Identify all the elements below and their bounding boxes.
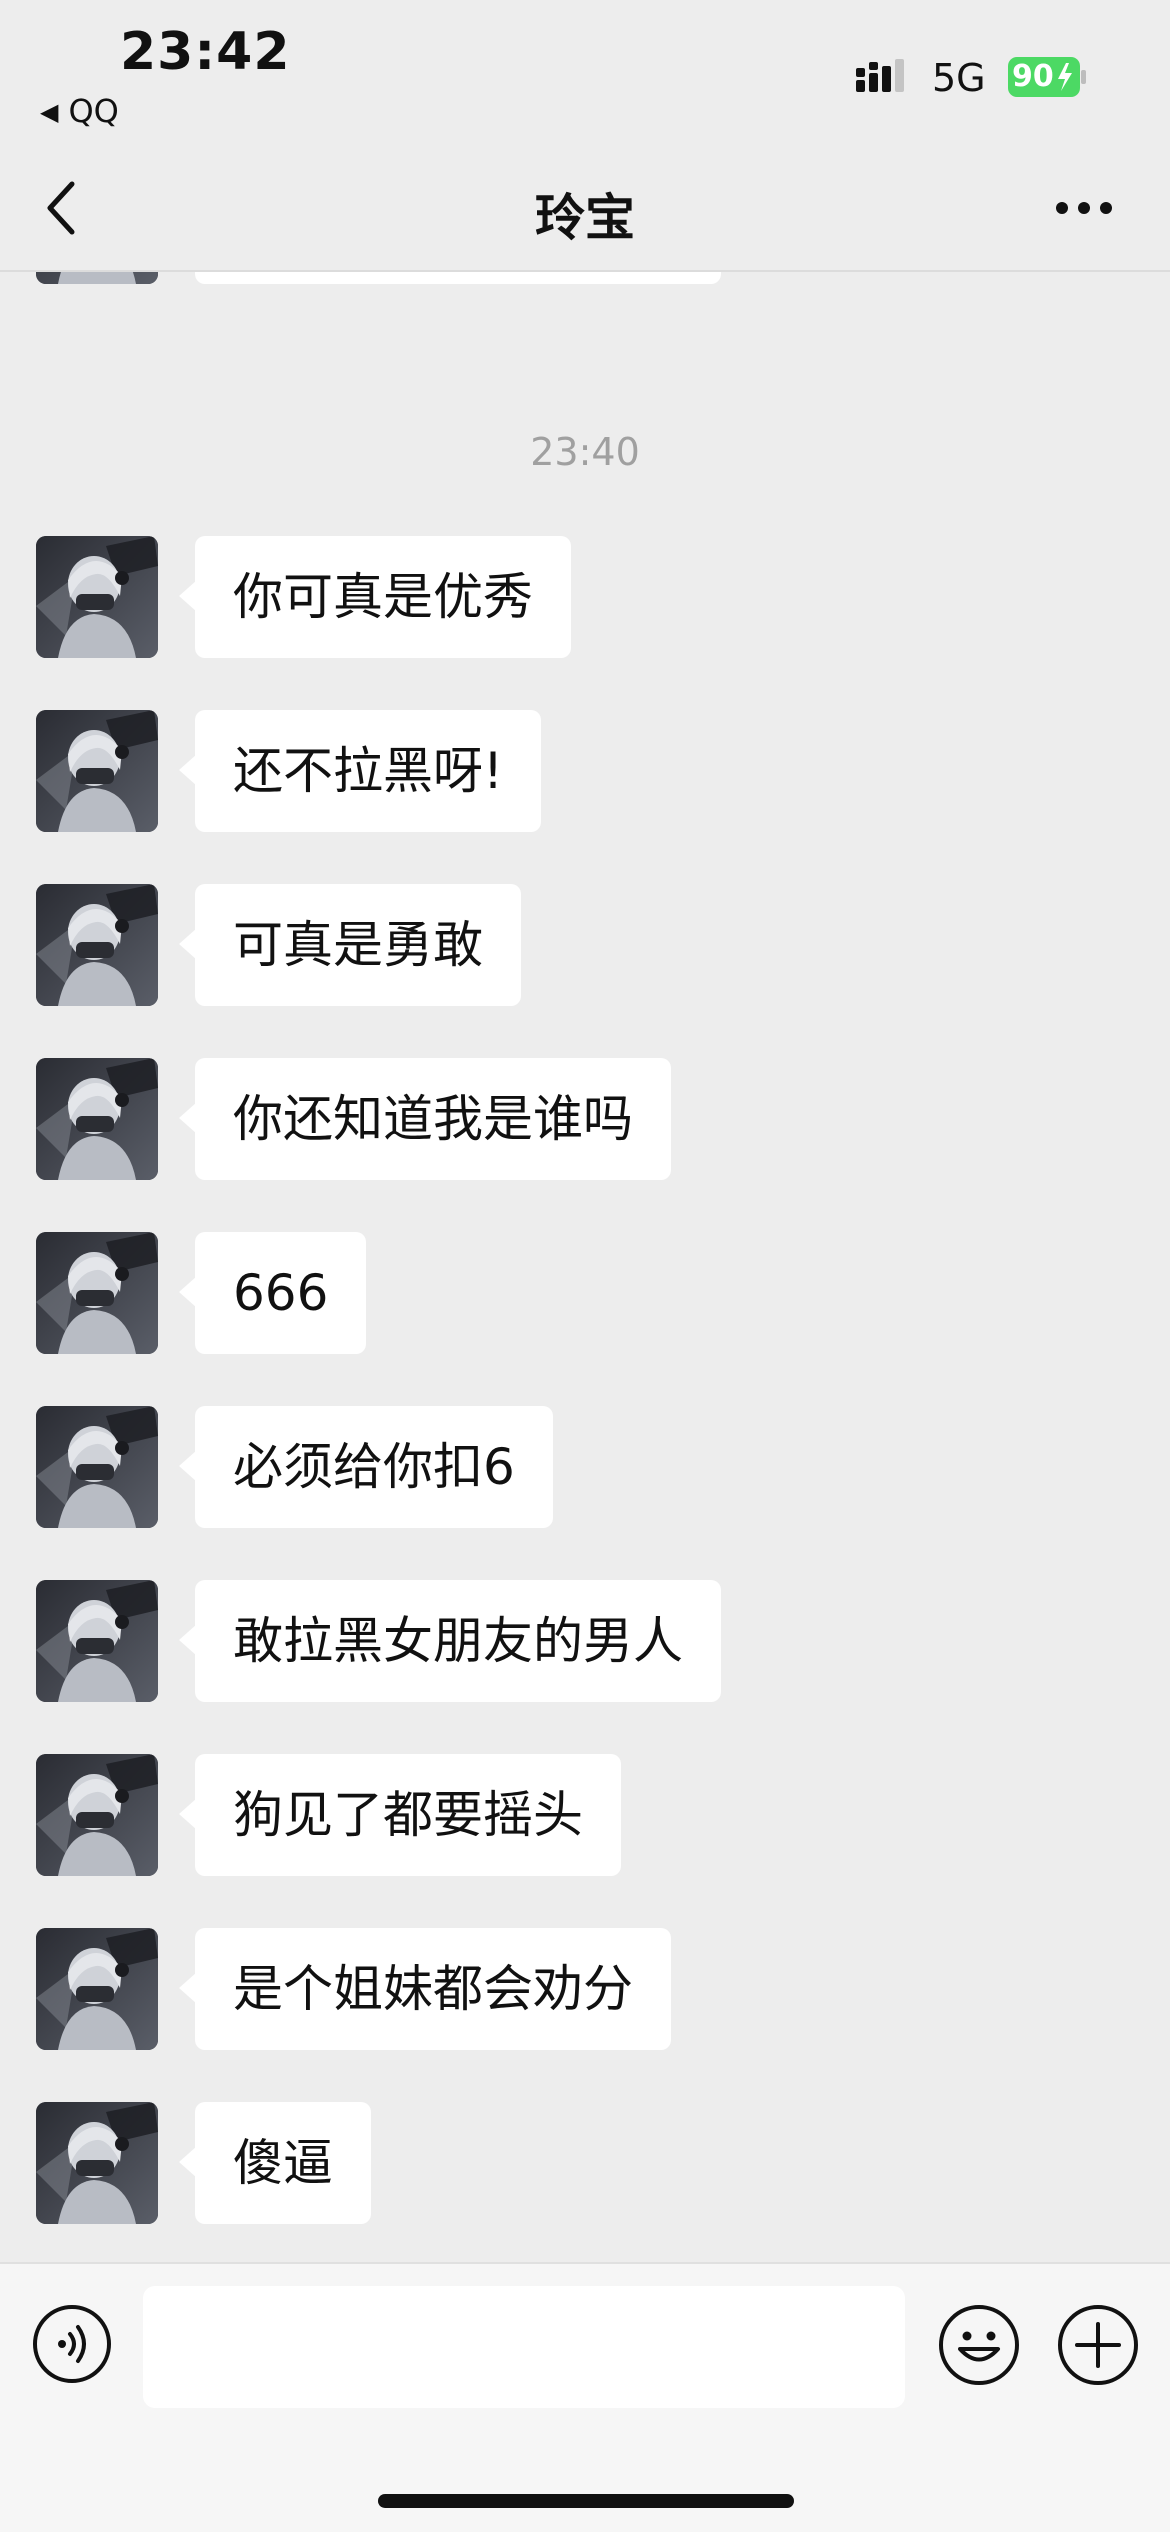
message-bubble[interactable]: 必须给你扣6 <box>179 1406 553 1528</box>
chat-title: 玲宝 <box>535 189 635 247</box>
signal-icon <box>856 59 904 92</box>
avatar[interactable] <box>36 536 158 658</box>
message-timestamp: 23:40 <box>530 430 640 474</box>
message-row: 是个姐妹都会劝分 <box>0 1928 1170 2052</box>
message-row: 傻逼 <box>0 2102 1170 2226</box>
emoji-icon[interactable] <box>938 2304 1020 2386</box>
avatar[interactable] <box>36 272 158 284</box>
home-indicator[interactable] <box>378 2494 794 2508</box>
more-icon[interactable] <box>1054 200 1114 216</box>
avatar[interactable] <box>36 1580 158 1702</box>
message-row: 敢拉黑女朋友的男人 <box>0 1580 1170 1704</box>
message-row: 必须给你扣6 <box>0 1406 1170 1530</box>
message-bubble[interactable]: 狗见了都要摇头 <box>179 1754 621 1876</box>
chat-messages[interactable]: 23:40 最后来算算我欠你啥你可真是优秀还不拉黑呀! 可真是勇敢你还知道我是谁吗… <box>0 272 1170 2262</box>
avatar[interactable] <box>36 1928 158 2050</box>
message-row: 狗见了都要摇头 <box>0 1754 1170 1878</box>
back-to-app-link[interactable]: ◀ QQ <box>40 92 119 130</box>
message-row: 你还知道我是谁吗 <box>0 1058 1170 1182</box>
status-time: 23:42 <box>120 22 291 82</box>
message-row: 你可真是优秀 <box>0 536 1170 660</box>
message-bubble[interactable]: 可真是勇敢 <box>179 884 521 1006</box>
message-bubble[interactable]: 是个姐妹都会劝分 <box>179 1928 671 2050</box>
message-row: 最后来算算我欠你啥 <box>0 272 1170 286</box>
avatar[interactable] <box>36 1754 158 1876</box>
message-input[interactable] <box>143 2286 905 2408</box>
message-bubble[interactable]: 你可真是优秀 <box>179 536 571 658</box>
avatar[interactable] <box>36 1058 158 1180</box>
message-bubble[interactable]: 你还知道我是谁吗 <box>179 1058 671 1180</box>
back-app-label: QQ <box>68 92 119 130</box>
message-bubble[interactable]: 还不拉黑呀! <box>178 710 542 832</box>
avatar[interactable] <box>36 884 158 1006</box>
message-bubble[interactable]: 敢拉黑女朋友的男人 <box>179 1580 721 1702</box>
avatar[interactable] <box>36 1406 158 1528</box>
avatar[interactable] <box>36 1232 158 1354</box>
input-bar <box>0 2262 1170 2532</box>
battery-icon: 90 <box>1008 57 1088 97</box>
avatar[interactable] <box>36 710 158 832</box>
back-triangle-icon: ◀ <box>40 98 59 126</box>
battery-level: 90 <box>1012 59 1054 94</box>
voice-icon[interactable] <box>32 2304 112 2384</box>
message-bubble[interactable]: 傻逼 <box>179 2102 371 2224</box>
chat-header: 玲宝 <box>0 150 1170 272</box>
plus-icon[interactable] <box>1057 2304 1139 2386</box>
message-bubble[interactable]: 666 <box>178 1232 367 1354</box>
message-row: 666 <box>0 1232 1170 1356</box>
message-row: 可真是勇敢 <box>0 884 1170 1008</box>
avatar[interactable] <box>36 2102 158 2224</box>
message-row: 还不拉黑呀! <box>0 710 1170 834</box>
network-type: 5G <box>932 56 986 100</box>
status-bar: 23:42 ◀ QQ 5G 90 <box>0 0 1170 150</box>
message-bubble[interactable]: 最后来算算我欠你啥 <box>195 272 721 284</box>
